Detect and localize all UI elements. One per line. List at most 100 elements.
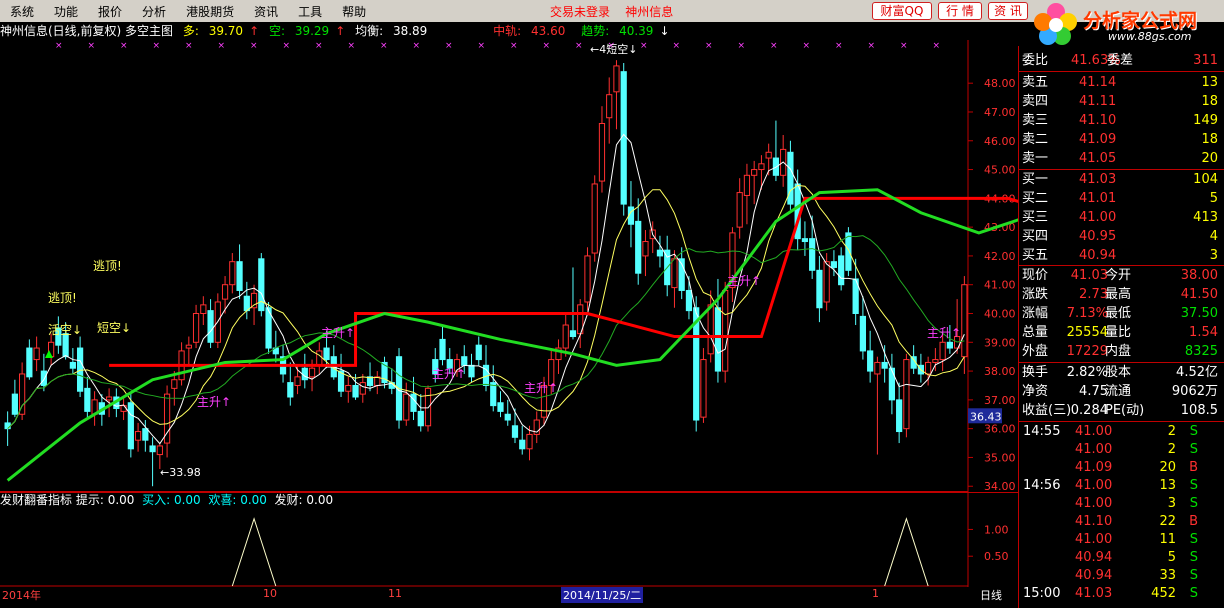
zhusheng-label: 主升↑	[432, 367, 466, 381]
candle-body	[229, 261, 236, 286]
candle-body	[33, 347, 40, 361]
caifu-qq-button[interactable]: 财富QQ	[872, 2, 932, 20]
menu-function[interactable]: 功能	[44, 3, 88, 20]
tick-row: 40.94 5 S	[1075, 550, 1198, 565]
candle-body	[475, 344, 482, 361]
buy-row: 买三 41.00 413	[1022, 210, 1218, 225]
low-price-label: ←33.98	[160, 466, 201, 479]
quote-panel: 委比 41.63% 委差 311 卖五 41.14 13 卖四 41.11 18 卖三 41.10 14…	[1018, 46, 1224, 608]
candle-body	[787, 151, 794, 205]
sell-row: 卖一 41.05 20	[1022, 151, 1218, 166]
taopao-label-1: 逃顶!	[93, 259, 122, 273]
top-marker: ×	[510, 41, 518, 51]
candle-body	[569, 330, 577, 338]
tick-row: 14:55 41.00 2 S	[1023, 424, 1198, 439]
top-marker: ×	[640, 41, 648, 51]
candle-body	[613, 65, 620, 93]
logo-title: 分析家公式网	[1083, 10, 1198, 32]
top-marker: ×	[900, 41, 908, 51]
quote-row: 涨幅 7.13% 最低 37.50	[1022, 306, 1218, 321]
sub-y-tick-label: 1.00	[984, 523, 1009, 536]
hangqing-button[interactable]: 行 情	[938, 2, 982, 20]
menu-tools[interactable]: 工具	[288, 3, 332, 20]
top-marker: ×	[153, 41, 161, 51]
y-tick-label: 36.00	[984, 423, 1016, 436]
candle-body	[504, 413, 511, 421]
candle-body	[656, 249, 664, 257]
candle-body	[127, 402, 134, 450]
top-marker: ×	[315, 41, 323, 51]
candle-body	[961, 284, 968, 358]
candle-body	[403, 393, 410, 421]
zhusheng-label: 主升↑	[524, 381, 558, 395]
candle-body	[743, 174, 751, 196]
candle-body	[830, 261, 838, 268]
menu-news[interactable]: 资讯	[244, 3, 288, 20]
candle-body	[751, 169, 758, 176]
login-status: 交易未登录	[550, 5, 611, 19]
candle-body	[845, 232, 852, 271]
y-tick-label: 38.00	[984, 365, 1016, 378]
candle-body	[258, 258, 265, 312]
candle-body	[874, 361, 881, 375]
site-logo: 分析家公式网 www.88gs.com	[1030, 0, 1224, 46]
candle-body	[84, 387, 91, 412]
separator	[1019, 362, 1224, 363]
tick-row: 41.10 22 B	[1075, 514, 1198, 529]
current-price-label: 36.43	[970, 410, 1002, 423]
candlestick-chart[interactable]: 48.0047.0046.0045.0044.0043.0042.0041.00…	[0, 40, 1018, 492]
y-tick-label: 45.00	[984, 164, 1016, 177]
period-label: 日线	[980, 589, 1002, 602]
candle-body	[584, 255, 591, 303]
top-marker: ×	[120, 41, 128, 51]
candle-body	[424, 387, 432, 427]
candle-body	[635, 220, 642, 274]
quote-row: 涨跌 2.73 最高 41.50	[1022, 287, 1218, 302]
candle-body	[250, 292, 258, 309]
candle-body	[946, 341, 953, 349]
tick-row: 41.00 11 S	[1075, 532, 1198, 547]
menu-hk-futures[interactable]: 港股期货	[176, 3, 244, 20]
buy-row: 买二 41.01 5	[1022, 191, 1218, 206]
candle-body	[809, 238, 816, 271]
menu-quote[interactable]: 报价	[88, 3, 132, 20]
candle-body	[816, 269, 823, 309]
candle-body	[105, 396, 113, 401]
top-marker: ×	[803, 41, 811, 51]
candle-body	[642, 241, 649, 257]
candle-body	[823, 261, 830, 303]
candle-body	[62, 333, 69, 358]
sub-y-tick-label: 0.50	[984, 550, 1009, 563]
sell-row: 卖四 41.11 18	[1022, 94, 1218, 109]
weibi-row: 委比 41.63% 委差 311	[1022, 53, 1218, 68]
y-tick-label: 41.00	[984, 279, 1016, 292]
top-marker: ×	[478, 41, 486, 51]
candle-body	[40, 370, 47, 386]
quote-row: 总量 25554 量比 1.54	[1022, 325, 1218, 340]
zhonggui-indicator: 中轨: 43.60	[493, 24, 566, 38]
tick-row: 41.00 2 S	[1075, 442, 1198, 457]
candle-body	[526, 433, 533, 450]
top-marker: ×	[673, 41, 681, 51]
fundamental-row: 收益(三) 0.284 PE(动) 108.5	[1022, 403, 1218, 418]
candle-body	[685, 289, 693, 312]
candle-body	[301, 367, 308, 381]
candle-body	[345, 384, 352, 392]
candle-body	[359, 382, 366, 395]
menu-help[interactable]: 帮助	[332, 3, 376, 20]
top-marker: ×	[250, 41, 258, 51]
menu-analysis[interactable]: 分析	[132, 3, 176, 20]
logo-url: www.88gs.com	[1108, 30, 1192, 43]
y-tick-label: 47.00	[984, 106, 1016, 119]
tick-row: 41.09 20 B	[1075, 460, 1198, 475]
y-tick-label: 37.00	[984, 394, 1016, 407]
candle-body	[511, 425, 519, 438]
top-marker: ×	[575, 41, 583, 51]
tick-row: 41.00 3 S	[1075, 496, 1198, 511]
candle-body	[417, 410, 424, 427]
status-text: 交易未登录 神州信息	[550, 3, 673, 20]
menu-system[interactable]: 系统	[0, 3, 44, 20]
zixun-button[interactable]: 资 讯	[988, 2, 1028, 20]
x-label-nov: 11	[388, 587, 402, 600]
candle-body	[192, 313, 200, 343]
